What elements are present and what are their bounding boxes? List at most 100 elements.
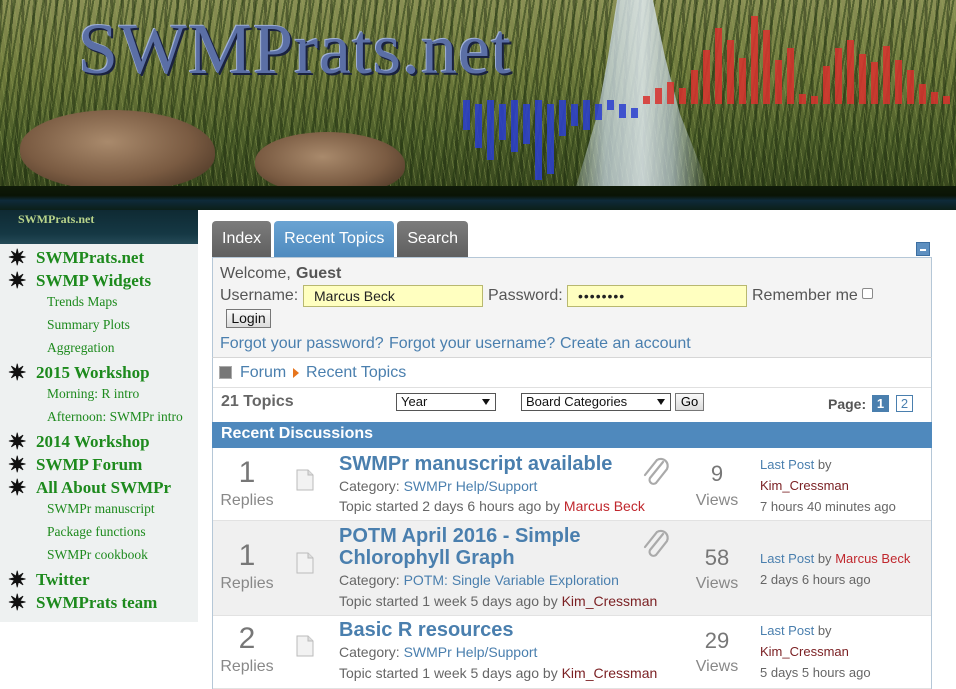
forgot-username-link[interactable]: Forgot your username? xyxy=(389,335,555,353)
topic-started: Topic started 1 week 5 days ago by Kim_C… xyxy=(339,593,658,609)
sidebar-item-label: 2015 Workshop xyxy=(36,363,150,382)
views-label: Views xyxy=(695,658,739,675)
last-post-user: Kim_Cressman xyxy=(760,644,849,659)
remember-me-label: Remember me xyxy=(752,287,858,304)
topic-title-link[interactable]: POTM April 2016 - Simple xyxy=(339,525,581,547)
sidebar-item-all-about-swmpr[interactable]: ✷ All About SWMPr xyxy=(8,477,171,499)
topic-started: Topic started 2 days 6 hours ago by Marc… xyxy=(339,498,645,514)
forgot-password-link[interactable]: Forgot your password? xyxy=(220,335,384,353)
site-logo[interactable]: SWMPrats.net xyxy=(78,6,512,92)
topic-title-link[interactable]: Chlorophyll Graph xyxy=(339,547,515,569)
replies-count: 1 xyxy=(238,456,256,489)
forum-home-icon[interactable] xyxy=(219,366,232,379)
username-input[interactable]: Marcus Beck xyxy=(303,285,483,307)
topic-title-link[interactable]: Basic R resources xyxy=(339,619,514,641)
sidebar-item-swmprats-team[interactable]: ✷ SWMPrats team xyxy=(8,592,157,614)
star-bullet-icon: ✷ xyxy=(8,567,27,592)
views-count: 58 xyxy=(704,545,730,570)
document-icon xyxy=(296,552,314,574)
star-bullet-icon: ✷ xyxy=(8,475,27,500)
sidebar-item-label: Trends Maps xyxy=(47,294,118,309)
last-post-label: Last Post by xyxy=(760,457,832,472)
last-post-user-link[interactable]: Marcus Beck xyxy=(835,551,910,566)
go-button[interactable]: Go xyxy=(675,393,704,411)
tab-search[interactable]: Search xyxy=(397,221,469,257)
category-link[interactable]: POTM: Single Variable Exploration xyxy=(404,572,619,588)
category-filter-select[interactable]: Board Categories xyxy=(521,393,671,411)
password-input[interactable]: •••••••• xyxy=(567,285,747,307)
sidebar-item-morning-r-intro[interactable]: Morning: R intro xyxy=(47,386,139,402)
sidebar-item-label: Summary Plots xyxy=(47,317,130,332)
last-post-link[interactable]: Last Post xyxy=(760,551,814,566)
sidebar-item-2014-workshop[interactable]: ✷ 2014 Workshop xyxy=(8,431,150,453)
replies-label: Replies xyxy=(220,575,274,592)
breadcrumb-forum[interactable]: Forum xyxy=(240,364,286,382)
sidebar-item-swmpr-cookbook[interactable]: SWMPr cookbook xyxy=(47,547,148,563)
category-link[interactable]: SWMPr Help/Support xyxy=(404,478,538,494)
sidebar-item-label: Afternoon: SWMPr intro xyxy=(47,409,183,424)
sidebar-item-swmpr-manuscript[interactable]: SWMPr manuscript xyxy=(47,501,155,517)
paperclip-icon xyxy=(643,457,669,485)
author-link[interactable]: Kim_Cressman xyxy=(562,593,658,609)
breadcrumb-arrow-icon xyxy=(293,368,299,378)
last-post-user-link[interactable]: Kim_Cressman xyxy=(760,644,849,659)
views-label: Views xyxy=(695,575,739,592)
page-1-button[interactable]: 1 xyxy=(872,395,889,412)
category-link[interactable]: SWMPr Help/Support xyxy=(404,644,538,660)
tab-recent-topics[interactable]: Recent Topics xyxy=(274,221,395,257)
paperclip-icon xyxy=(643,529,669,557)
topic-title-link[interactable]: SWMPr manuscript available xyxy=(339,453,612,475)
star-bullet-icon: ✷ xyxy=(8,268,27,293)
sidebar-item-swmprats-net[interactable]: ✷ SWMPrats.net xyxy=(8,247,144,269)
sidebar-item-label: Morning: R intro xyxy=(47,386,140,401)
sidebar-item-swmp-widgets[interactable]: ✷ SWMP Widgets xyxy=(8,270,151,292)
document-icon xyxy=(296,469,314,491)
sidebar-item-afternoon-swmpr-intro[interactable]: Afternoon: SWMPr intro xyxy=(47,409,183,425)
time-filter-select[interactable]: Year xyxy=(396,393,496,411)
remember-me-checkbox[interactable] xyxy=(862,288,873,299)
create-account-link[interactable]: Create an account xyxy=(560,335,691,353)
author-link[interactable]: Kim_Cressman xyxy=(562,665,658,681)
last-post-time: 5 days 5 hours ago xyxy=(760,665,871,680)
sidebar-item-label: SWMPrats.net xyxy=(36,248,145,267)
sidebar-item-swmp-forum[interactable]: ✷ SWMP Forum xyxy=(8,454,142,476)
last-post-label: Last Post by xyxy=(760,623,832,638)
last-post-link[interactable]: Last Post xyxy=(760,623,814,638)
star-bullet-icon: ✷ xyxy=(8,360,27,385)
collapse-button[interactable] xyxy=(916,242,930,256)
last-post-time: 7 hours 40 minutes ago xyxy=(760,499,896,514)
chevron-down-icon xyxy=(657,399,665,405)
username-label: Username: xyxy=(220,287,299,304)
author-link[interactable]: Marcus Beck xyxy=(564,498,645,514)
recent-discussions-title: Recent Discussions xyxy=(221,425,374,442)
sidebar-item-label: Aggregation xyxy=(47,340,115,355)
sidebar-header: SWMPrats.net xyxy=(0,210,198,244)
page-2-button[interactable]: 2 xyxy=(896,395,913,412)
breadcrumb-recent-topics[interactable]: Recent Topics xyxy=(306,364,406,382)
sidebar-item-2015-workshop[interactable]: ✷ 2015 Workshop xyxy=(8,362,150,384)
sidebar-item-label: SWMP Forum xyxy=(36,455,143,474)
welcome-guest: Guest xyxy=(296,265,342,282)
sidebar-item-twitter[interactable]: ✷ Twitter xyxy=(8,569,90,591)
document-icon xyxy=(296,635,314,657)
star-bullet-icon: ✷ xyxy=(8,245,27,270)
sidebar-item-label: SWMPr manuscript xyxy=(47,501,155,516)
chevron-down-icon xyxy=(482,399,490,405)
last-post-user-link[interactable]: Kim_Cressman xyxy=(760,478,849,493)
sidebar-item-trends-maps[interactable]: Trends Maps xyxy=(47,294,117,310)
replies-count: 1 xyxy=(238,539,256,572)
views-count: 9 xyxy=(710,461,724,486)
sidebar-item-summary-plots[interactable]: Summary Plots xyxy=(47,317,130,333)
star-bullet-icon: ✷ xyxy=(8,452,27,477)
page-label: Page: xyxy=(828,396,867,412)
sidebar-item-label: 2014 Workshop xyxy=(36,432,150,451)
tab-index[interactable]: Index xyxy=(212,221,272,257)
sidebar-item-aggregation[interactable]: Aggregation xyxy=(47,340,114,356)
login-button[interactable]: Login xyxy=(226,309,271,328)
sidebar-item-package-functions[interactable]: Package functions xyxy=(47,524,146,540)
replies-label: Replies xyxy=(220,658,274,675)
last-post-link[interactable]: Last Post xyxy=(760,457,814,472)
sidebar-item-label: SWMPr cookbook xyxy=(47,547,148,562)
star-bullet-icon: ✷ xyxy=(8,590,27,615)
topic-category: Category: SWMPr Help/Support xyxy=(339,478,538,494)
